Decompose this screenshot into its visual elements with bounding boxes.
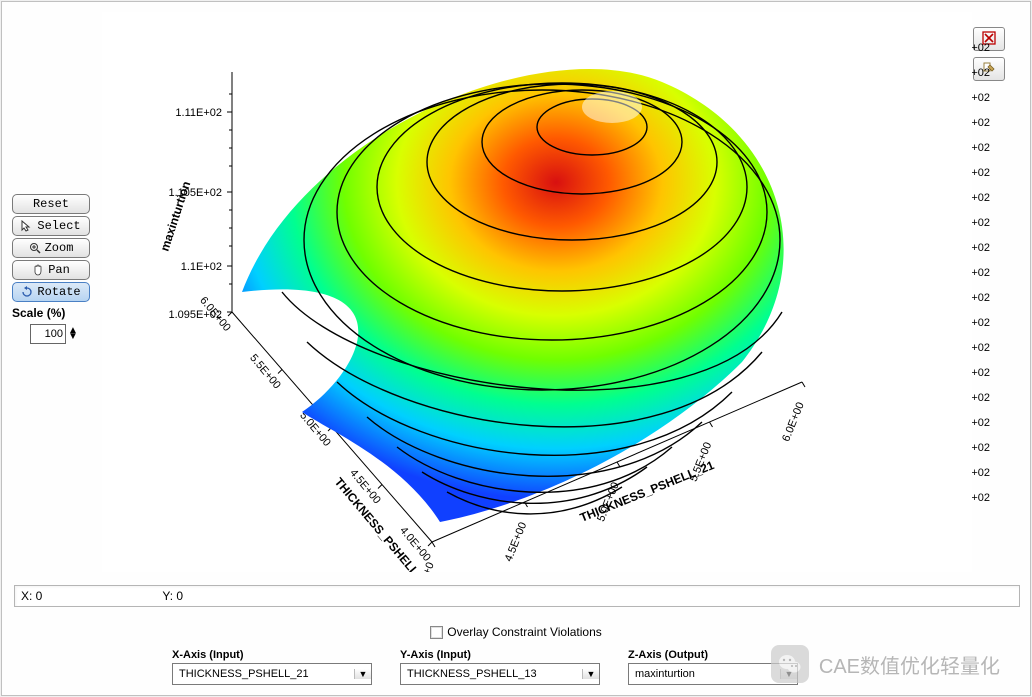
rotate-button[interactable]: Rotate — [12, 282, 90, 302]
watermark: CAE数值优化轻量化 — [771, 645, 1000, 683]
main-panel: Reset Select Zoom Pan Rotate Scale — [1, 1, 1031, 696]
y-axis-value: THICKNESS_PSHELL_13 — [401, 668, 582, 680]
x-axis-dropdown[interactable]: THICKNESS_PSHELL_21 ▼ — [172, 663, 372, 685]
axis-controls: X-Axis (Input) THICKNESS_PSHELL_21 ▼ Y-A… — [172, 649, 798, 685]
coordinate-bar: X: 0 Y: 0 — [14, 585, 1020, 607]
select-button[interactable]: Select — [12, 216, 90, 236]
select-label: Select — [37, 219, 80, 233]
spin-down-icon: ▼ — [68, 334, 78, 340]
svg-text:maxinturtion: maxinturtion — [158, 179, 194, 252]
y-axis-dropdown[interactable]: THICKNESS_PSHELL_13 ▼ — [400, 663, 600, 685]
specular-highlight — [582, 91, 642, 123]
coord-y: Y: 0 — [162, 589, 183, 603]
overlay-checkbox[interactable] — [430, 626, 443, 639]
y-axis-label: Y-Axis (Input) — [400, 649, 600, 661]
chevron-down-icon: ▼ — [354, 669, 371, 679]
zoom-button[interactable]: Zoom — [12, 238, 90, 258]
surface-plot-svg: 1.11E+02 1.105E+02 1.1E+02 1.095E+02 max… — [102, 12, 972, 572]
z-axis-column: Z-Axis (Output) maxinturtion ▼ — [628, 649, 798, 685]
z-axis-value: maxinturtion — [629, 668, 780, 680]
scale-input[interactable] — [30, 324, 66, 344]
rotate-label: Rotate — [37, 285, 80, 299]
scale-control: ▲ ▼ — [30, 324, 92, 344]
overlay-row: Overlay Constraint Violations — [2, 625, 1030, 639]
z-axis-label: Z-Axis (Output) — [628, 649, 798, 661]
svg-text:1.1E+02: 1.1E+02 — [181, 261, 222, 273]
surface-plot[interactable]: 1.11E+02 1.105E+02 1.1E+02 1.095E+02 max… — [102, 12, 972, 572]
x-axis-value: THICKNESS_PSHELL_21 — [173, 668, 354, 680]
reset-label: Reset — [33, 197, 69, 211]
chevron-down-icon: ▼ — [780, 669, 797, 679]
pan-label: Pan — [48, 263, 70, 277]
scale-spinner[interactable]: ▲ ▼ — [68, 328, 78, 340]
x-axis-column: X-Axis (Input) THICKNESS_PSHELL_21 ▼ — [172, 649, 372, 685]
y-axis-column: Y-Axis (Input) THICKNESS_PSHELL_13 ▼ — [400, 649, 600, 685]
rotate-icon — [21, 286, 33, 298]
magnifier-icon — [29, 242, 41, 254]
svg-text:6.0E+00: 6.0E+00 — [780, 401, 807, 444]
z-axis-dropdown[interactable]: maxinturtion ▼ — [628, 663, 798, 685]
hand-icon — [32, 264, 44, 276]
zoom-label: Zoom — [45, 241, 74, 255]
svg-text:5.5E+00: 5.5E+00 — [247, 352, 283, 391]
coord-x: X: 0 — [21, 589, 42, 603]
svg-text:4.5E+00: 4.5E+00 — [503, 521, 530, 564]
reset-button[interactable]: Reset — [12, 194, 90, 214]
svg-text:1.11E+02: 1.11E+02 — [175, 107, 222, 119]
scale-label: Scale (%) — [12, 306, 92, 320]
watermark-text: CAE数值优化轻量化 — [819, 650, 1000, 679]
pan-button[interactable]: Pan — [12, 260, 90, 280]
view-toolbar: Reset Select Zoom Pan Rotate Scale — [12, 194, 92, 344]
x-axis-label: X-Axis (Input) — [172, 649, 372, 661]
overlay-label: Overlay Constraint Violations — [447, 625, 602, 639]
chevron-down-icon: ▼ — [582, 669, 599, 679]
svg-text:THICKNESS_PSHELL_21: THICKNESS_PSHELL_21 — [578, 458, 716, 525]
cursor-icon — [21, 220, 33, 232]
